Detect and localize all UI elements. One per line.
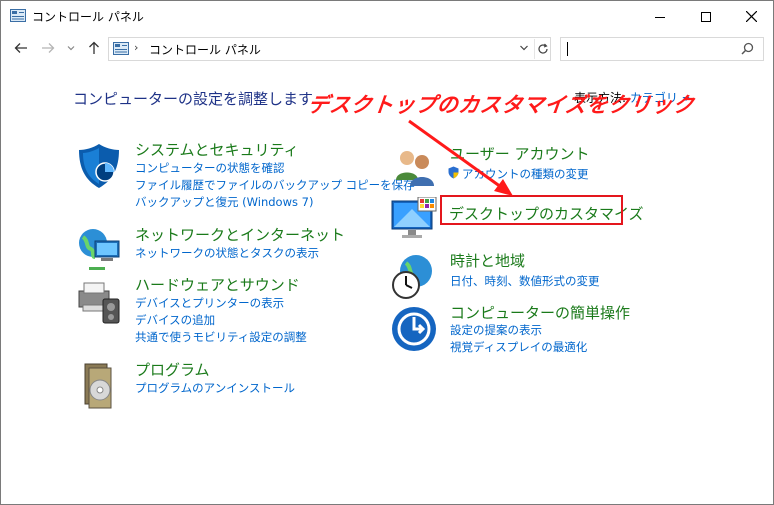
printer-icon <box>78 282 120 324</box>
category-title[interactable]: ネットワークとインターネット <box>135 224 345 245</box>
search-input[interactable] <box>563 39 742 59</box>
control-panel-icon <box>113 42 129 55</box>
task-link[interactable]: デバイスとプリンターの表示 <box>135 295 284 311</box>
minimize-icon <box>655 16 665 18</box>
task-link[interactable]: 視覚ディスプレイの最適化 <box>450 339 587 355</box>
maximize-button[interactable] <box>683 1 729 32</box>
desktop-customize-icon <box>391 197 437 238</box>
uac-shield-icon <box>448 166 459 179</box>
maximize-icon <box>701 11 711 22</box>
back-button[interactable] <box>10 38 32 58</box>
task-link[interactable]: 共通で使うモビリティ設定の調整 <box>135 329 307 345</box>
category-title[interactable]: プログラム <box>135 359 210 380</box>
task-link[interactable]: アカウントの種類の変更 <box>462 166 589 182</box>
ease-of-access-icon <box>392 307 436 351</box>
task-link[interactable]: デバイスの追加 <box>135 312 215 328</box>
control-panel-icon <box>10 9 26 22</box>
instruction-annotation: デスクトップのカスタマイズをクリック <box>306 93 696 117</box>
network-globe-icon <box>79 229 120 270</box>
search-box[interactable] <box>560 37 764 61</box>
task-link[interactable]: ネットワークの状態とタスクの表示 <box>135 245 319 261</box>
category-title[interactable]: 時計と地域 <box>450 250 525 271</box>
control-panel-window: コントロール パネル › コントロール パネル › コンピューターの設定を調整し… <box>0 0 774 505</box>
address-dropdown-icon[interactable] <box>519 42 529 54</box>
chevron-down-icon <box>67 46 75 51</box>
forward-arrow-icon <box>42 43 55 53</box>
refresh-button[interactable] <box>534 39 551 59</box>
recent-locations-button[interactable] <box>63 38 79 58</box>
task-link[interactable]: コンピューターの状態を確認 <box>135 160 285 176</box>
page-heading: コンピューターの設定を調整します <box>73 90 314 108</box>
task-link[interactable]: 日付、時刻、数値形式の変更 <box>450 273 600 289</box>
category-title[interactable]: コンピューターの簡単操作 <box>450 302 630 323</box>
window-title: コントロール パネル <box>32 10 144 24</box>
programs-icon <box>84 363 112 409</box>
minimize-button[interactable] <box>637 1 683 32</box>
forward-button[interactable] <box>37 38 59 58</box>
up-arrow-icon <box>89 41 99 54</box>
shield-icon <box>79 144 119 188</box>
category-title[interactable]: ユーザー アカウント <box>450 143 589 164</box>
category-title[interactable]: ハードウェアとサウンド <box>135 274 300 295</box>
clock-globe-icon <box>392 255 432 299</box>
breadcrumb-separator-icon[interactable]: › <box>134 41 138 54</box>
back-arrow-icon <box>14 43 27 53</box>
breadcrumb-separator-icon[interactable]: › <box>242 41 246 54</box>
users-icon <box>396 151 434 186</box>
up-button[interactable] <box>84 38 104 58</box>
close-button[interactable] <box>728 1 773 32</box>
category-title[interactable]: システムとセキュリティ <box>135 139 299 160</box>
title-bar[interactable]: コントロール パネル <box>1 1 773 32</box>
task-link[interactable]: プログラムのアンインストール <box>135 380 295 396</box>
task-link[interactable]: ファイル履歴でファイルのバックアップ コピーを保存 <box>135 177 415 193</box>
task-link[interactable]: バックアップと復元 (Windows 7) <box>135 194 313 210</box>
search-icon[interactable] <box>741 42 754 55</box>
address-bar[interactable]: › コントロール パネル › <box>108 37 551 61</box>
highlight-box <box>440 195 623 225</box>
task-link[interactable]: 設定の提案の表示 <box>450 322 542 338</box>
refresh-icon <box>538 43 548 54</box>
close-icon <box>745 11 757 22</box>
